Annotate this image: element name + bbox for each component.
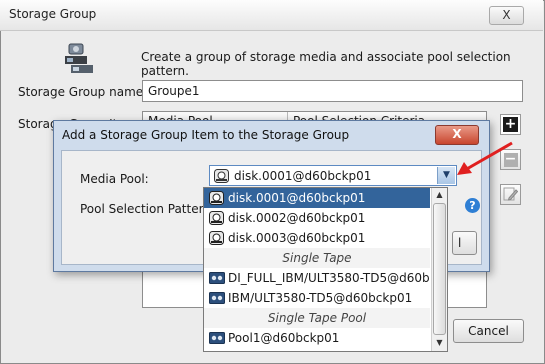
edit-item-button[interactable] — [500, 184, 521, 205]
ok-button-label: l — [458, 236, 462, 250]
disk-icon — [209, 191, 224, 208]
add-item-button[interactable]: + — [500, 114, 521, 135]
dropdown-item-label: disk.0001@d60bckp01 — [228, 191, 366, 205]
dropdown-group-header-single-tape-pool: Single Tape Pool — [204, 308, 430, 328]
tape-icon — [209, 271, 225, 288]
dropdown-item-disk-0002[interactable]: disk.0002@d60bckp01 — [204, 208, 430, 228]
annotation-arrow-icon — [455, 140, 517, 183]
dropdown-item-label: DI_FULL_IBM/ULT3580-TD5@d60bckp01 — [228, 271, 430, 285]
window-description: Create a group of storage media and asso… — [141, 50, 511, 78]
tape-icon — [209, 331, 225, 348]
plus-icon: + — [503, 116, 518, 132]
disk-icon — [214, 169, 229, 186]
help-icon[interactable]: ? — [465, 198, 480, 213]
window-close-button[interactable]: X — [489, 6, 524, 25]
dropdown-item-pool1[interactable]: Pool1@d60bckp01 — [204, 328, 430, 348]
dropdown-group-header-single-tape: Single Tape — [204, 248, 430, 268]
chevron-down-icon[interactable]: ▼ — [437, 167, 455, 184]
window-title: Storage Group — [9, 7, 97, 21]
disk-icon — [209, 231, 224, 248]
dropdown-item-disk-0003[interactable]: disk.0003@d60bckp01 — [204, 228, 430, 248]
scroll-down-icon[interactable]: ▼ — [432, 336, 447, 350]
cancel-button[interactable]: Cancel — [453, 319, 524, 343]
media-pool-selected-value: disk.0001@d60bckp01 — [234, 169, 372, 183]
dialog-title: Add a Storage Group Item to the Storage … — [62, 128, 350, 142]
media-pool-label: Media Pool: — [80, 172, 149, 186]
tape-icon — [209, 291, 225, 308]
dropdown-item-ibm-ult3580[interactable]: IBM/ULT3580-TD5@d60bckp01 — [204, 288, 430, 308]
dropdown-item-di-full-ibm[interactable]: DI_FULL_IBM/ULT3580-TD5@d60bckp01 — [204, 268, 430, 288]
disk-icon — [209, 211, 224, 228]
pencil-icon — [503, 187, 519, 201]
scroll-up-icon[interactable]: ▲ — [432, 188, 447, 202]
dropdown-item-disk-0001[interactable]: disk.0001@d60bckp01 — [204, 188, 430, 208]
dropdown-item-label: IBM/ULT3580-TD5@d60bckp01 — [228, 291, 413, 305]
storage-group-name-label: Storage Group name: — [18, 85, 148, 99]
dropdown-scrollbar[interactable]: ▲ ▼ — [431, 188, 447, 351]
pool-selection-pattern-label: Pool Selection Pattern: — [80, 202, 215, 216]
media-pool-select[interactable]: disk.0001@d60bckp01 ▼ — [209, 165, 457, 186]
scrollbar-thumb[interactable] — [433, 203, 446, 335]
media-pool-dropdown-list[interactable]: disk.0001@d60bckp01 disk.0002@d60bckp01 … — [203, 187, 448, 352]
window-title-bar[interactable]: Storage Group X — [0, 0, 543, 31]
storage-media-icon — [63, 42, 95, 77]
storage-group-name-input[interactable]: Groupe1 — [142, 80, 523, 102]
dropdown-item-label: disk.0003@d60bckp01 — [228, 231, 366, 245]
dropdown-item-label: disk.0002@d60bckp01 — [228, 211, 366, 225]
dropdown-item-label: Pool1@d60bckp01 — [228, 331, 340, 345]
ok-button[interactable]: l — [452, 231, 477, 255]
